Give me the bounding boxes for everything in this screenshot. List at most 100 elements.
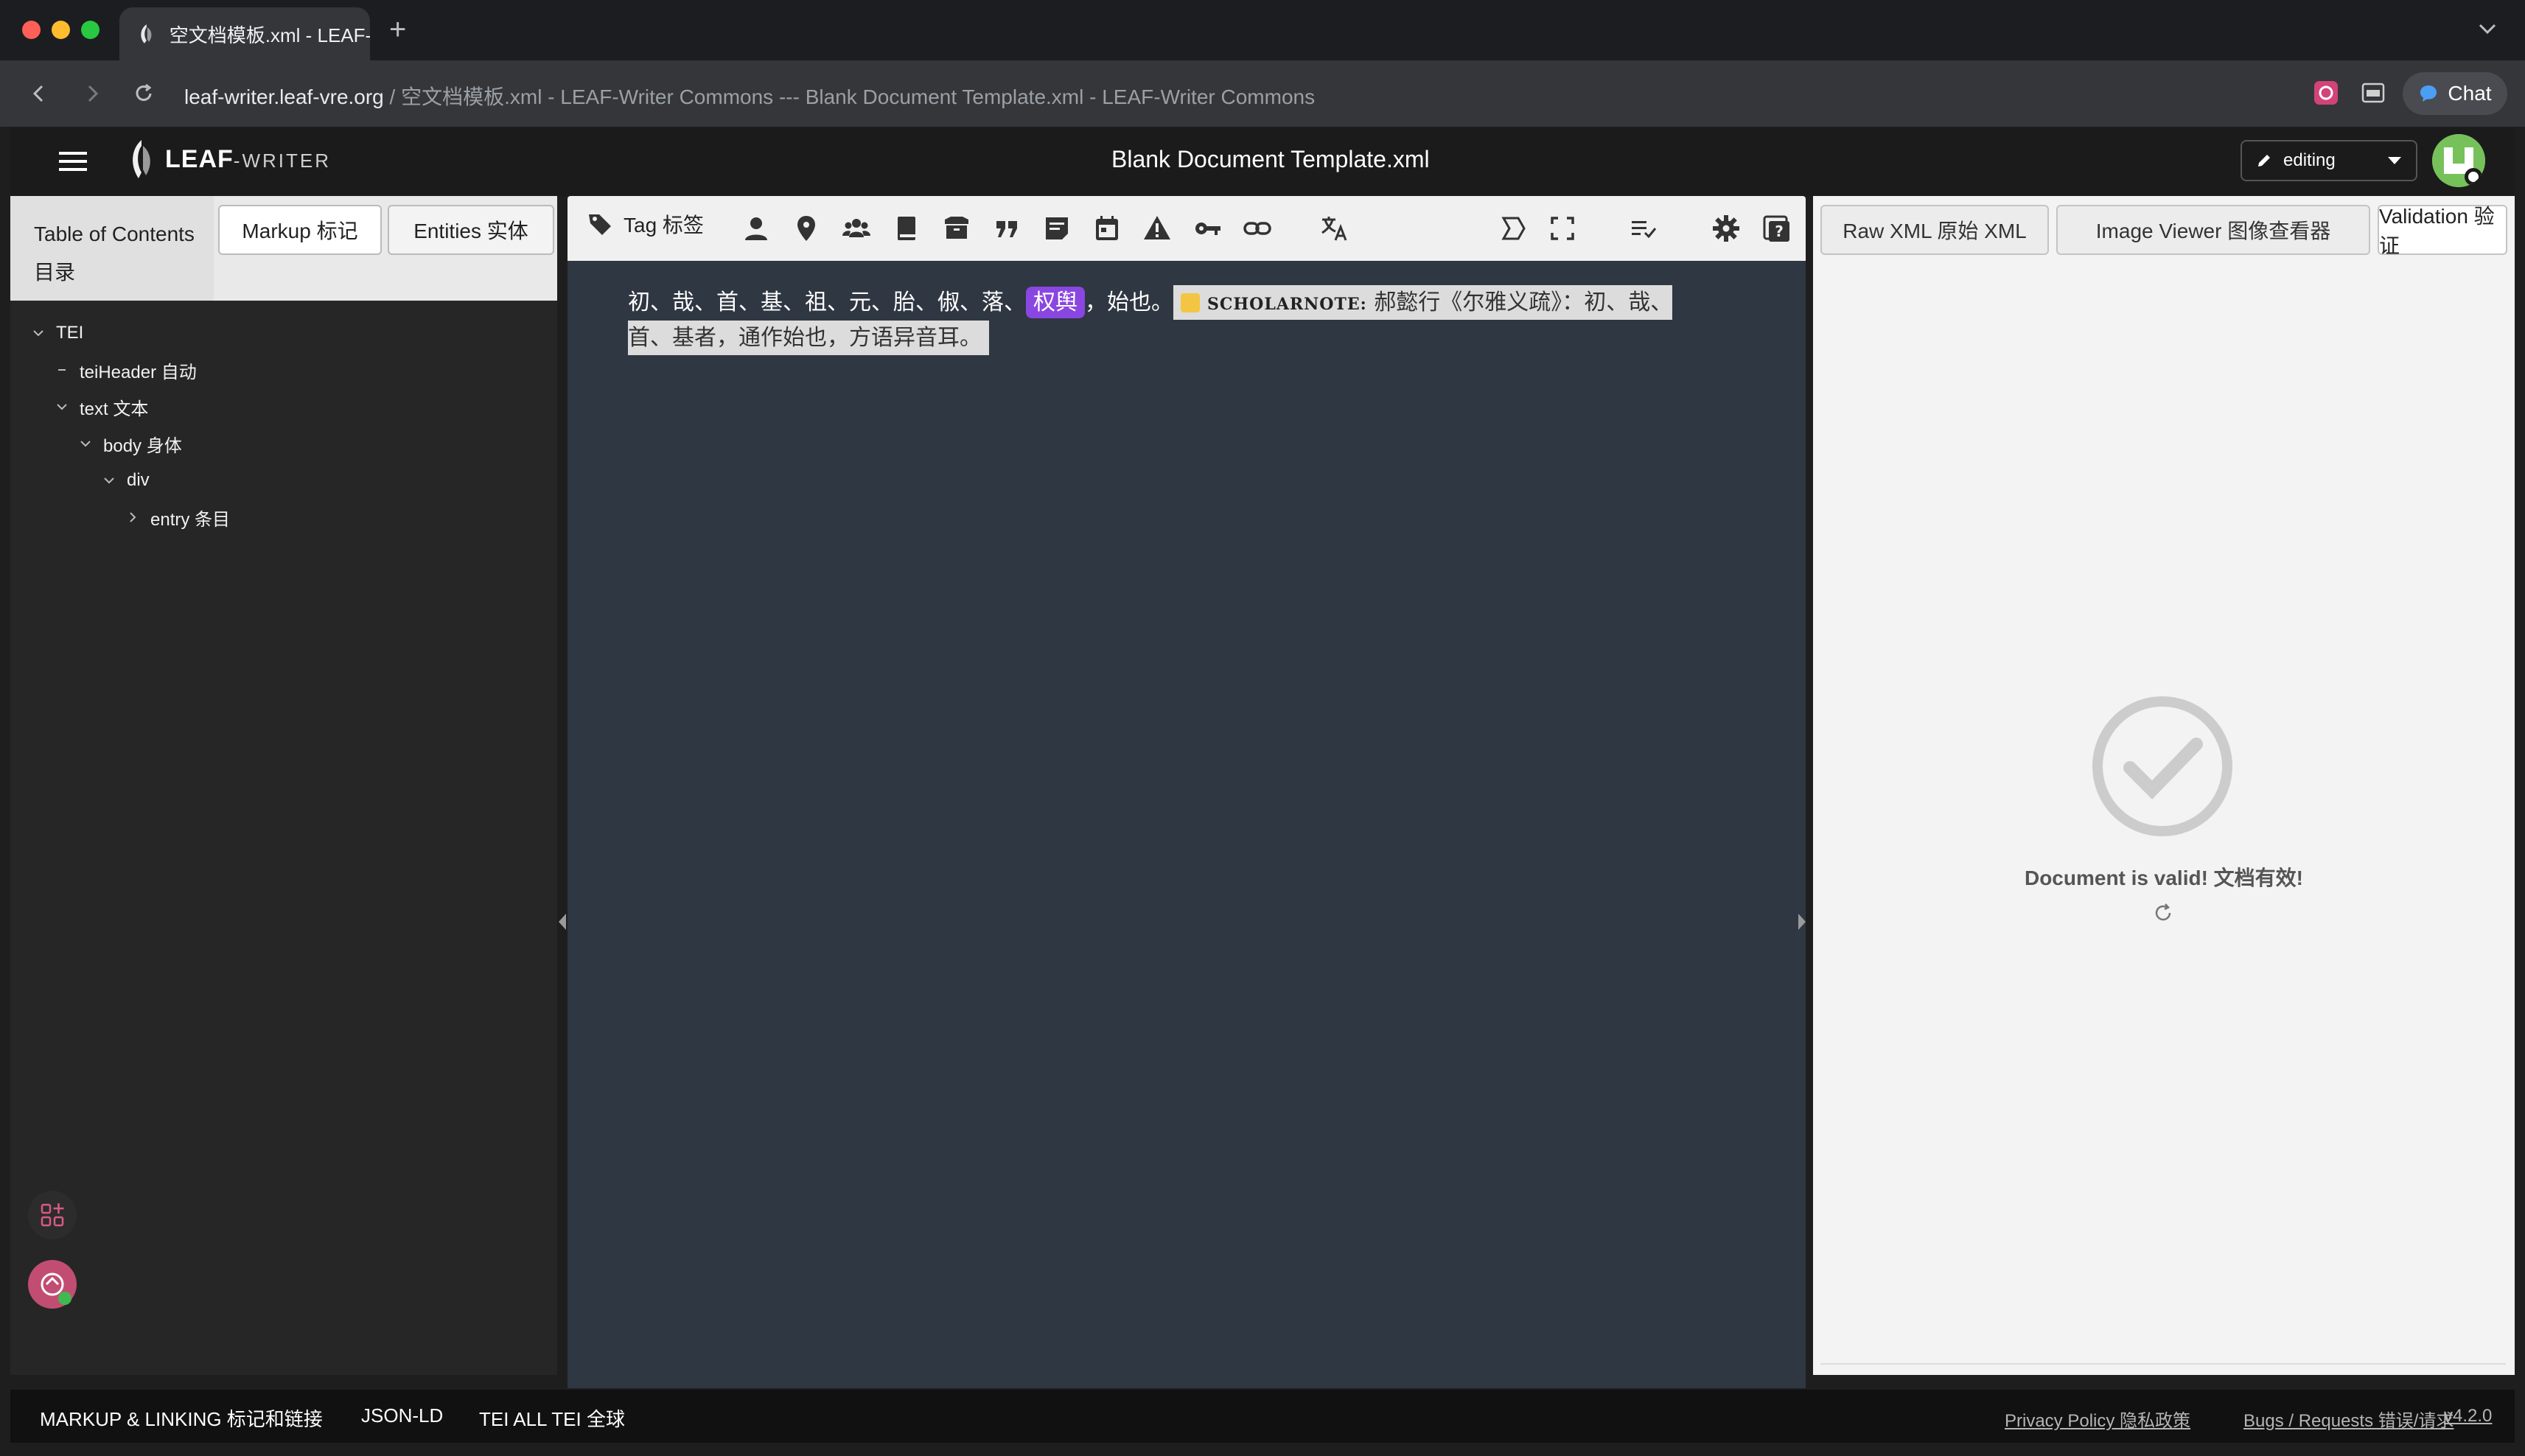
chevron-down-icon[interactable] <box>55 399 69 414</box>
mode-select[interactable]: editing <box>2241 140 2417 181</box>
tree-node-body[interactable]: body 身体 <box>78 427 182 460</box>
tag-icon <box>589 214 611 235</box>
tree-node-label: TEI <box>56 323 84 343</box>
user-avatar[interactable] <box>2432 134 2485 187</box>
tree-node-label: entry 条目 <box>150 509 231 530</box>
chevron-down-icon[interactable] <box>78 436 93 451</box>
tag-button[interactable]: Tag 标签 <box>587 209 704 239</box>
chevron-right-icon[interactable] <box>125 510 140 525</box>
validate-list-icon[interactable] <box>1629 214 1658 243</box>
svg-text:?: ? <box>1775 223 1784 240</box>
tree-node-text[interactable]: text 文本 <box>55 391 148 423</box>
right-splitter-handle[interactable] <box>1798 914 1806 930</box>
app-footer: MARKUP & LINKING 标记和链接 JSON-LD TEI ALL T… <box>10 1390 2515 1443</box>
tree-node-label: div <box>127 470 150 490</box>
right-panel: Raw XML 原始 XML Image Viewer 图像查看器 Valida… <box>1813 196 2515 1375</box>
scholar-note-label: SCHOLARNOTE: <box>1207 295 1367 314</box>
tree-node-div[interactable]: div <box>102 464 150 497</box>
key-icon[interactable] <box>1192 214 1222 243</box>
editor-text-after: ，始也。 <box>1085 290 1173 315</box>
left-panel: Table of Contents 目录 Markup 标记 Entities … <box>10 196 557 1375</box>
link-icon[interactable] <box>1243 214 1272 243</box>
window-minimize-button[interactable] <box>52 21 70 39</box>
back-arrow-icon[interactable] <box>25 80 53 108</box>
note-icon[interactable] <box>1042 214 1072 243</box>
refresh-icon[interactable] <box>2152 902 2174 924</box>
chevron-down-icon[interactable] <box>102 473 116 488</box>
assistant-logo-icon <box>41 1273 71 1305</box>
tree-node-label: body 身体 <box>103 435 182 456</box>
tree-node-label: teiHeader 自动 <box>80 362 197 382</box>
extension-puzzle-icon[interactable] <box>2311 78 2341 108</box>
version-link[interactable]: v4.2.0 <box>2444 1406 2492 1427</box>
translate-icon[interactable] <box>1319 214 1349 243</box>
hamburger-menu-icon[interactable] <box>57 149 88 174</box>
tree-node-teiheader[interactable]: teiHeader 自动 <box>55 354 197 386</box>
browser-tab-bar: 空文档模板.xml - LEAF- + <box>0 0 2525 60</box>
tab-image-viewer[interactable]: Image Viewer 图像查看器 <box>2056 205 2370 255</box>
chat-button[interactable]: Chat <box>2403 72 2507 115</box>
browser-address-bar: leaf-writer.leaf-vre.org / 空文档模板.xml - L… <box>0 60 2525 127</box>
tree-node-label: text 文本 <box>80 399 149 419</box>
forward-arrow-icon[interactable] <box>78 80 106 108</box>
logo-text-main: LEAF <box>165 144 234 173</box>
tab-validation[interactable]: Validation 验证 <box>2378 205 2507 257</box>
book-icon[interactable] <box>892 214 921 243</box>
check-circle-icon <box>2092 696 2232 836</box>
archive-box-icon[interactable] <box>942 214 971 243</box>
bugs-requests-link[interactable]: Bugs / Requests 错误/请求 <box>2243 1406 2454 1432</box>
note-icon <box>1181 293 1200 312</box>
window-close-button[interactable] <box>22 21 41 39</box>
footer-markup-linking[interactable]: MARKUP & LINKING 标记和链接 <box>40 1404 323 1432</box>
fullscreen-icon[interactable] <box>1548 214 1577 243</box>
dash-icon <box>58 369 66 371</box>
editor-text-before: 初、哉、首、基、祖、元、胎、俶、落、 <box>628 290 1026 315</box>
chat-label: Chat <box>2448 82 2492 105</box>
editor-toolbar: Tag 标签 ? <box>567 196 1806 261</box>
leaf-writer-logo[interactable]: LEAF-WRITER <box>125 139 331 180</box>
assistant-fab-button[interactable] <box>28 1260 77 1309</box>
footer-tei-all[interactable]: TEI ALL TEI 全球 <box>479 1404 625 1432</box>
entity-tag-highlight[interactable]: 权舆 <box>1026 287 1085 318</box>
left-splitter-handle[interactable] <box>559 914 566 930</box>
new-tab-button[interactable]: + <box>389 13 406 46</box>
tab-raw-xml[interactable]: Raw XML 原始 XML <box>1820 205 2049 255</box>
gear-icon[interactable] <box>1711 214 1741 243</box>
apps-fab-button[interactable] <box>28 1191 77 1239</box>
editor-text[interactable]: 初、哉、首、基、祖、元、胎、俶、落、 权舆 ，始也。 SCHOLARNOTE: 郝懿行… <box>628 285 1689 355</box>
person-icon[interactable] <box>741 214 771 243</box>
url-field[interactable]: leaf-writer.leaf-vre.org / 空文档模板.xml - L… <box>184 81 1315 111</box>
warning-correction-icon[interactable] <box>1142 214 1172 243</box>
xpath-icon[interactable] <box>1498 214 1527 243</box>
tree-node-tei[interactable]: TEI <box>31 317 83 349</box>
window-zoom-button[interactable] <box>81 21 99 39</box>
footer-json-ld[interactable]: JSON-LD <box>361 1404 443 1427</box>
reload-icon[interactable] <box>130 80 158 108</box>
tab-table-of-contents[interactable]: Table of Contents 目录 <box>10 196 214 301</box>
privacy-policy-link[interactable]: Privacy Policy 隐私政策 <box>2005 1406 2190 1432</box>
leaf-logo-icon <box>133 140 150 178</box>
chevron-down-icon[interactable] <box>2475 16 2500 41</box>
browser-tab-title: 空文档模板.xml - LEAF- <box>169 24 370 46</box>
tab-markup[interactable]: Markup 标记 <box>218 205 382 255</box>
url-host: leaf-writer.leaf-vre.org <box>184 85 384 108</box>
calendar-icon[interactable] <box>1092 214 1122 243</box>
avatar-identicon-icon <box>2432 134 2485 187</box>
logo-text-sub: -WRITER <box>233 149 331 172</box>
tab-entities[interactable]: Entities 实体 <box>388 205 554 255</box>
quote-icon[interactable] <box>992 214 1021 243</box>
organization-icon[interactable] <box>842 214 871 243</box>
document-title: Blank Document Template.xml <box>1111 146 1430 172</box>
leaf-favicon-icon <box>141 24 152 43</box>
extension-off-icon[interactable] <box>2358 78 2388 108</box>
browser-tab-active[interactable]: 空文档模板.xml - LEAF- <box>119 7 370 60</box>
document-editor[interactable]: 初、哉、首、基、祖、元、胎、俶、落、 权舆 ，始也。 SCHOLARNOTE: 郝懿行… <box>567 261 1806 1388</box>
pencil-icon <box>2258 155 2270 167</box>
leaf-writer-app: LEAF-WRITER Blank Document Template.xml … <box>10 127 2515 1446</box>
app-header: LEAF-WRITER Blank Document Template.xml … <box>10 127 2515 196</box>
tree-node-entry[interactable]: entry 条目 <box>125 501 230 533</box>
chevron-down-icon[interactable] <box>31 326 46 340</box>
help-icon[interactable]: ? <box>1761 214 1791 243</box>
right-panel-divider <box>1820 1363 2506 1365</box>
place-pin-icon[interactable] <box>792 214 821 243</box>
